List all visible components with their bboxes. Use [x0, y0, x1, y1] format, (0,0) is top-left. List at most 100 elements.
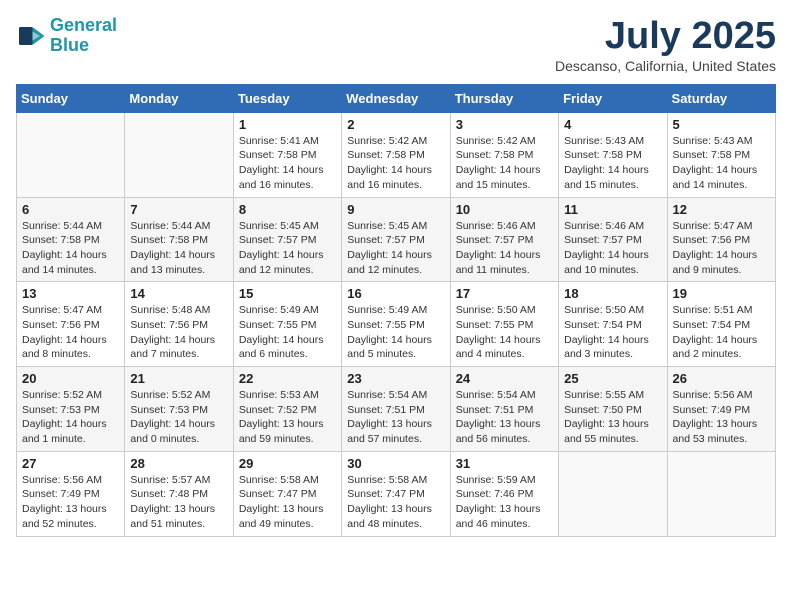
calendar-cell: 11 Sunrise: 5:46 AM Sunset: 7:57 PM Dayli…: [559, 197, 667, 282]
day-info: Sunrise: 5:43 AM Sunset: 7:58 PM Dayligh…: [673, 134, 770, 193]
day-number: 25: [564, 371, 661, 386]
day-number: 6: [22, 202, 119, 217]
day-number: 11: [564, 202, 661, 217]
day-info: Sunrise: 5:51 AM Sunset: 7:54 PM Dayligh…: [673, 303, 770, 362]
calendar-cell: 20 Sunrise: 5:52 AM Sunset: 7:53 PM Dayli…: [17, 367, 125, 452]
day-number: 27: [22, 456, 119, 471]
logo-text: General Blue: [50, 16, 117, 56]
day-number: 29: [239, 456, 336, 471]
calendar-cell: 4 Sunrise: 5:43 AM Sunset: 7:58 PM Daylig…: [559, 112, 667, 197]
calendar-cell: 21 Sunrise: 5:52 AM Sunset: 7:53 PM Dayli…: [125, 367, 233, 452]
day-info: Sunrise: 5:45 AM Sunset: 7:57 PM Dayligh…: [347, 219, 444, 278]
day-info: Sunrise: 5:50 AM Sunset: 7:55 PM Dayligh…: [456, 303, 553, 362]
calendar-cell: 7Sunrise: 5:44 AM Sunset: 7:58 PM Daylig…: [125, 197, 233, 282]
calendar-cell: 23 Sunrise: 5:54 AM Sunset: 7:51 PM Dayli…: [342, 367, 450, 452]
calendar-cell: 10 Sunrise: 5:46 AM Sunset: 7:57 PM Dayli…: [450, 197, 558, 282]
day-info: Sunrise: 5:48 AM Sunset: 7:56 PM Dayligh…: [130, 303, 227, 362]
day-number: 17: [456, 286, 553, 301]
calendar-week-3: 13 Sunrise: 5:47 AM Sunset: 7:56 PM Dayli…: [17, 282, 776, 367]
calendar-cell: 29 Sunrise: 5:58 AM Sunset: 7:47 PM Dayli…: [233, 451, 341, 536]
logo-icon: [16, 21, 46, 51]
title-block: July 2025 Descanso, California, United S…: [555, 16, 776, 74]
weekday-header-monday: Monday: [125, 84, 233, 112]
calendar-week-5: 27 Sunrise: 5:56 AM Sunset: 7:49 PM Dayli…: [17, 451, 776, 536]
day-number: 28: [130, 456, 227, 471]
calendar-cell: [17, 112, 125, 197]
calendar-cell: 12Sunrise: 5:47 AM Sunset: 7:56 PM Dayli…: [667, 197, 775, 282]
day-number: 20: [22, 371, 119, 386]
day-info: Sunrise: 5:59 AM Sunset: 7:46 PM Dayligh…: [456, 473, 553, 532]
day-number: 19: [673, 286, 770, 301]
weekday-header-wednesday: Wednesday: [342, 84, 450, 112]
day-number: 10: [456, 202, 553, 217]
day-info: Sunrise: 5:58 AM Sunset: 7:47 PM Dayligh…: [347, 473, 444, 532]
calendar-cell: 1 Sunrise: 5:41 AM Sunset: 7:58 PM Daylig…: [233, 112, 341, 197]
weekday-header-tuesday: Tuesday: [233, 84, 341, 112]
day-number: 2: [347, 117, 444, 132]
month-title: July 2025: [555, 16, 776, 58]
day-number: 23: [347, 371, 444, 386]
day-number: 30: [347, 456, 444, 471]
day-info: Sunrise: 5:58 AM Sunset: 7:47 PM Dayligh…: [239, 473, 336, 532]
calendar-cell: 25 Sunrise: 5:55 AM Sunset: 7:50 PM Dayli…: [559, 367, 667, 452]
calendar-cell: 16Sunrise: 5:49 AM Sunset: 7:55 PM Dayli…: [342, 282, 450, 367]
calendar-cell: 8 Sunrise: 5:45 AM Sunset: 7:57 PM Daylig…: [233, 197, 341, 282]
calendar-cell: 13 Sunrise: 5:47 AM Sunset: 7:56 PM Dayli…: [17, 282, 125, 367]
weekday-header-saturday: Saturday: [667, 84, 775, 112]
logo: General Blue: [16, 16, 117, 56]
calendar-cell: 3Sunrise: 5:42 AM Sunset: 7:58 PM Daylig…: [450, 112, 558, 197]
calendar-cell: [667, 451, 775, 536]
day-info: Sunrise: 5:53 AM Sunset: 7:52 PM Dayligh…: [239, 388, 336, 447]
day-number: 21: [130, 371, 227, 386]
day-info: Sunrise: 5:56 AM Sunset: 7:49 PM Dayligh…: [22, 473, 119, 532]
calendar-cell: 28 Sunrise: 5:57 AM Sunset: 7:48 PM Dayli…: [125, 451, 233, 536]
calendar-week-2: 6 Sunrise: 5:44 AM Sunset: 7:58 PM Daylig…: [17, 197, 776, 282]
day-info: Sunrise: 5:46 AM Sunset: 7:57 PM Dayligh…: [456, 219, 553, 278]
day-info: Sunrise: 5:54 AM Sunset: 7:51 PM Dayligh…: [347, 388, 444, 447]
calendar-cell: 15Sunrise: 5:49 AM Sunset: 7:55 PM Dayli…: [233, 282, 341, 367]
calendar-header-row: SundayMondayTuesdayWednesdayThursdayFrid…: [17, 84, 776, 112]
day-info: Sunrise: 5:52 AM Sunset: 7:53 PM Dayligh…: [22, 388, 119, 447]
day-number: 9: [347, 202, 444, 217]
calendar-cell: [559, 451, 667, 536]
day-number: 14: [130, 286, 227, 301]
day-number: 1: [239, 117, 336, 132]
day-number: 8: [239, 202, 336, 217]
calendar-cell: 6 Sunrise: 5:44 AM Sunset: 7:58 PM Daylig…: [17, 197, 125, 282]
day-info: Sunrise: 5:52 AM Sunset: 7:53 PM Dayligh…: [130, 388, 227, 447]
day-number: 16: [347, 286, 444, 301]
calendar-week-1: 1 Sunrise: 5:41 AM Sunset: 7:58 PM Daylig…: [17, 112, 776, 197]
calendar-cell: [125, 112, 233, 197]
day-number: 5: [673, 117, 770, 132]
day-info: Sunrise: 5:57 AM Sunset: 7:48 PM Dayligh…: [130, 473, 227, 532]
calendar-cell: 24Sunrise: 5:54 AM Sunset: 7:51 PM Dayli…: [450, 367, 558, 452]
calendar-cell: 17 Sunrise: 5:50 AM Sunset: 7:55 PM Dayli…: [450, 282, 558, 367]
day-number: 26: [673, 371, 770, 386]
calendar-cell: 2Sunrise: 5:42 AM Sunset: 7:58 PM Daylig…: [342, 112, 450, 197]
day-info: Sunrise: 5:41 AM Sunset: 7:58 PM Dayligh…: [239, 134, 336, 193]
day-number: 24: [456, 371, 553, 386]
day-info: Sunrise: 5:44 AM Sunset: 7:58 PM Dayligh…: [22, 219, 119, 278]
calendar-cell: 22Sunrise: 5:53 AM Sunset: 7:52 PM Dayli…: [233, 367, 341, 452]
day-info: Sunrise: 5:42 AM Sunset: 7:58 PM Dayligh…: [456, 134, 553, 193]
weekday-header-friday: Friday: [559, 84, 667, 112]
day-info: Sunrise: 5:45 AM Sunset: 7:57 PM Dayligh…: [239, 219, 336, 278]
day-number: 31: [456, 456, 553, 471]
day-info: Sunrise: 5:47 AM Sunset: 7:56 PM Dayligh…: [22, 303, 119, 362]
calendar-cell: 27 Sunrise: 5:56 AM Sunset: 7:49 PM Dayli…: [17, 451, 125, 536]
day-info: Sunrise: 5:55 AM Sunset: 7:50 PM Dayligh…: [564, 388, 661, 447]
day-info: Sunrise: 5:43 AM Sunset: 7:58 PM Dayligh…: [564, 134, 661, 193]
calendar-cell: 18Sunrise: 5:50 AM Sunset: 7:54 PM Dayli…: [559, 282, 667, 367]
day-number: 13: [22, 286, 119, 301]
day-number: 4: [564, 117, 661, 132]
day-info: Sunrise: 5:49 AM Sunset: 7:55 PM Dayligh…: [239, 303, 336, 362]
day-number: 12: [673, 202, 770, 217]
weekday-header-thursday: Thursday: [450, 84, 558, 112]
location: Descanso, California, United States: [555, 58, 776, 74]
day-number: 18: [564, 286, 661, 301]
calendar-cell: 9 Sunrise: 5:45 AM Sunset: 7:57 PM Daylig…: [342, 197, 450, 282]
calendar-cell: 19 Sunrise: 5:51 AM Sunset: 7:54 PM Dayli…: [667, 282, 775, 367]
calendar-table: SundayMondayTuesdayWednesdayThursdayFrid…: [16, 84, 776, 537]
calendar-cell: 26Sunrise: 5:56 AM Sunset: 7:49 PM Dayli…: [667, 367, 775, 452]
day-info: Sunrise: 5:46 AM Sunset: 7:57 PM Dayligh…: [564, 219, 661, 278]
